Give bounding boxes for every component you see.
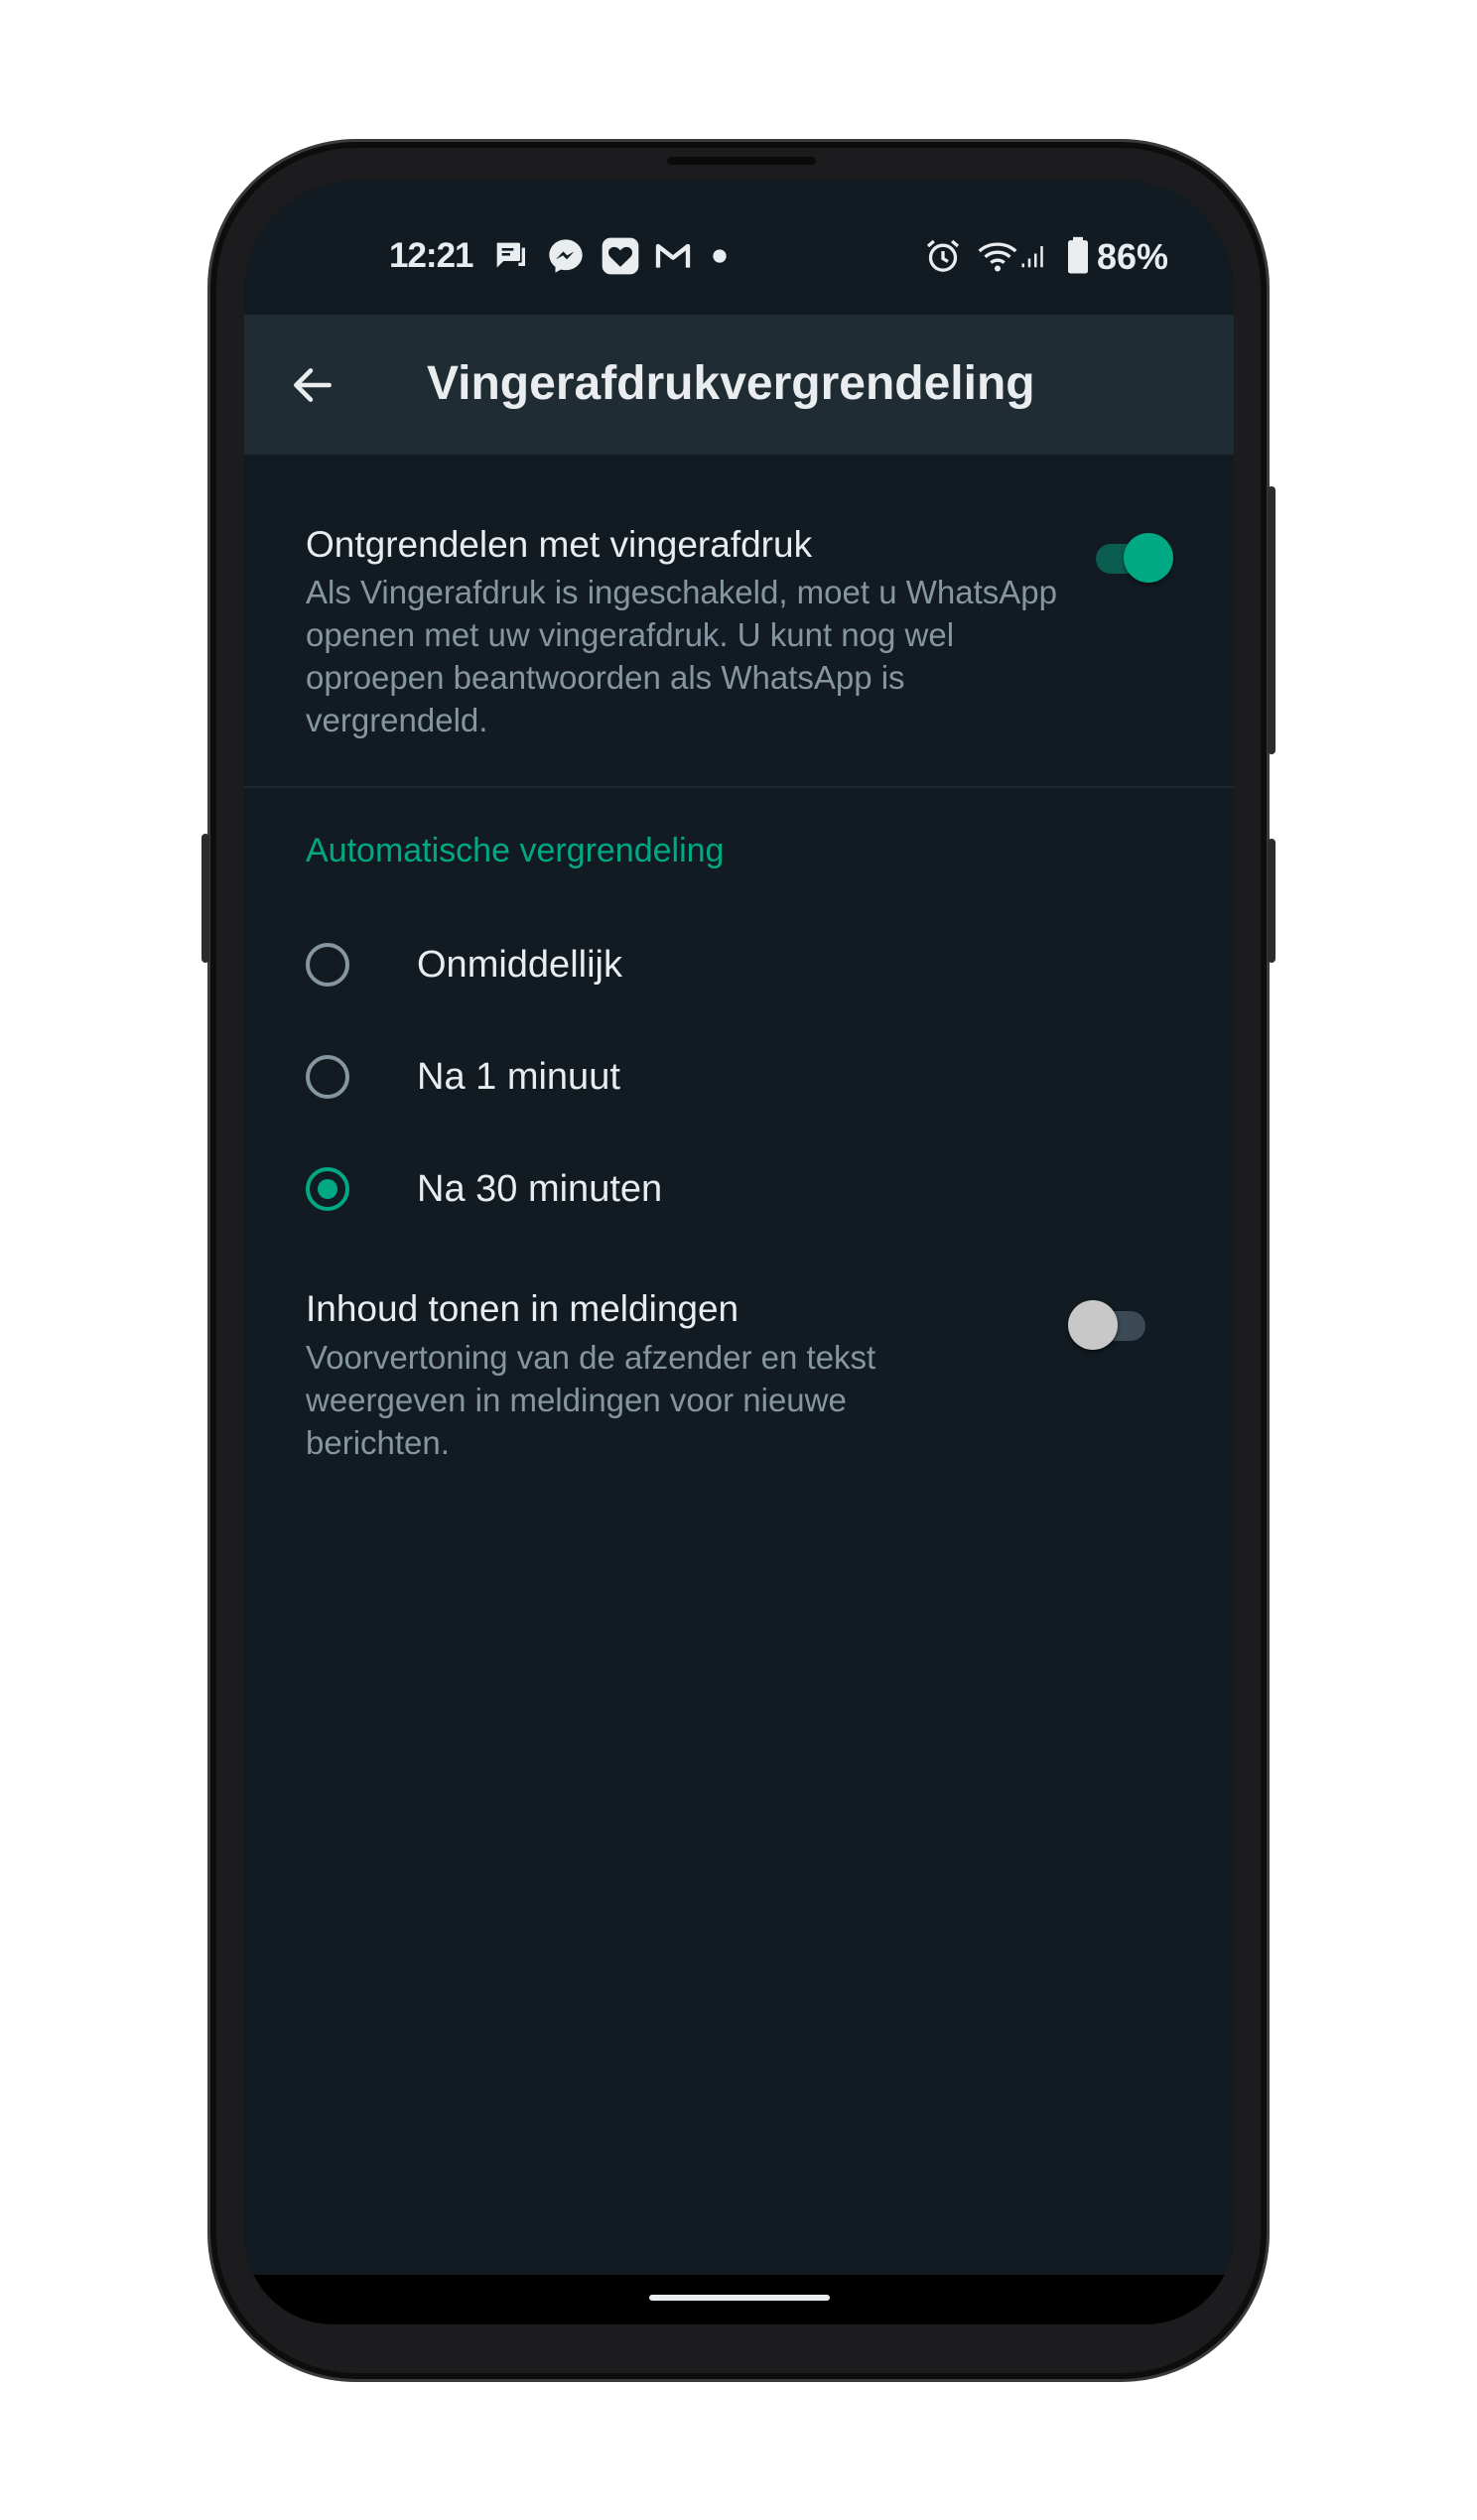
setting-title: Inhoud tonen in meldingen: [306, 1288, 739, 1329]
radio-label: Onmiddellijk: [417, 944, 622, 986]
phone-side-button-left: [201, 834, 209, 963]
earpiece-speaker: [667, 157, 816, 165]
radio-button-unchecked[interactable]: [306, 1055, 349, 1099]
wifi-icon: [976, 236, 1019, 276]
heart-app-icon: [601, 236, 640, 276]
phone-side-button-right-upper: [1268, 486, 1276, 754]
app-bar: Vingerafdrukvergrendeling: [244, 315, 1234, 455]
radio-option-immediately[interactable]: Onmiddellijk: [284, 920, 1177, 1019]
cellular-signal-icon: [1019, 236, 1049, 276]
phone-side-button-right-lower: [1268, 839, 1276, 963]
radio-label: Na 30 minuten: [417, 1168, 663, 1210]
radio-label: Na 1 minuut: [417, 1056, 620, 1098]
toggle-thumb: [1124, 533, 1173, 583]
page-title: Vingerafdrukvergrendeling: [427, 357, 1035, 410]
setting-description: Voorvertoning van de afzender en tekst w…: [306, 1339, 876, 1461]
notification-content-toggle[interactable]: [1068, 1299, 1151, 1350]
radio-option-1-minute[interactable]: Na 1 minuut: [284, 1032, 1177, 1131]
divider: [244, 786, 1234, 788]
arrow-left-icon[interactable]: [288, 360, 337, 410]
home-indicator[interactable]: [649, 2295, 830, 2301]
radio-option-30-minutes[interactable]: Na 30 minuten: [284, 1144, 1177, 1244]
chat-notification-icon: [490, 236, 530, 276]
navigation-bar: [244, 2275, 1234, 2324]
setting-description: Als Vingerafdruk is ingeschakeld, moet u…: [306, 574, 1057, 738]
toggle-thumb: [1068, 1300, 1118, 1350]
status-time: 12:21: [389, 236, 474, 275]
messenger-icon: [546, 236, 586, 276]
gmail-icon: [653, 236, 693, 276]
fingerprint-toggle[interactable]: [1090, 532, 1173, 583]
battery-percentage: 86%: [1097, 236, 1169, 277]
status-bar: 12:21 86%: [244, 181, 1234, 315]
phone-screen: 12:21 86% Vingerafdrukvergrendeling Ontg…: [244, 181, 1234, 2324]
radio-selected-dot: [318, 1179, 337, 1199]
section-header-auto-lock: Automatische vergrendeling: [306, 832, 725, 869]
more-dot-icon: [710, 236, 730, 276]
radio-button-unchecked[interactable]: [306, 943, 349, 987]
radio-button-checked[interactable]: [306, 1167, 349, 1211]
battery-icon: [1064, 236, 1092, 276]
alarm-icon: [923, 236, 963, 276]
setting-title: Ontgrendelen met vingerafdruk: [306, 524, 813, 565]
